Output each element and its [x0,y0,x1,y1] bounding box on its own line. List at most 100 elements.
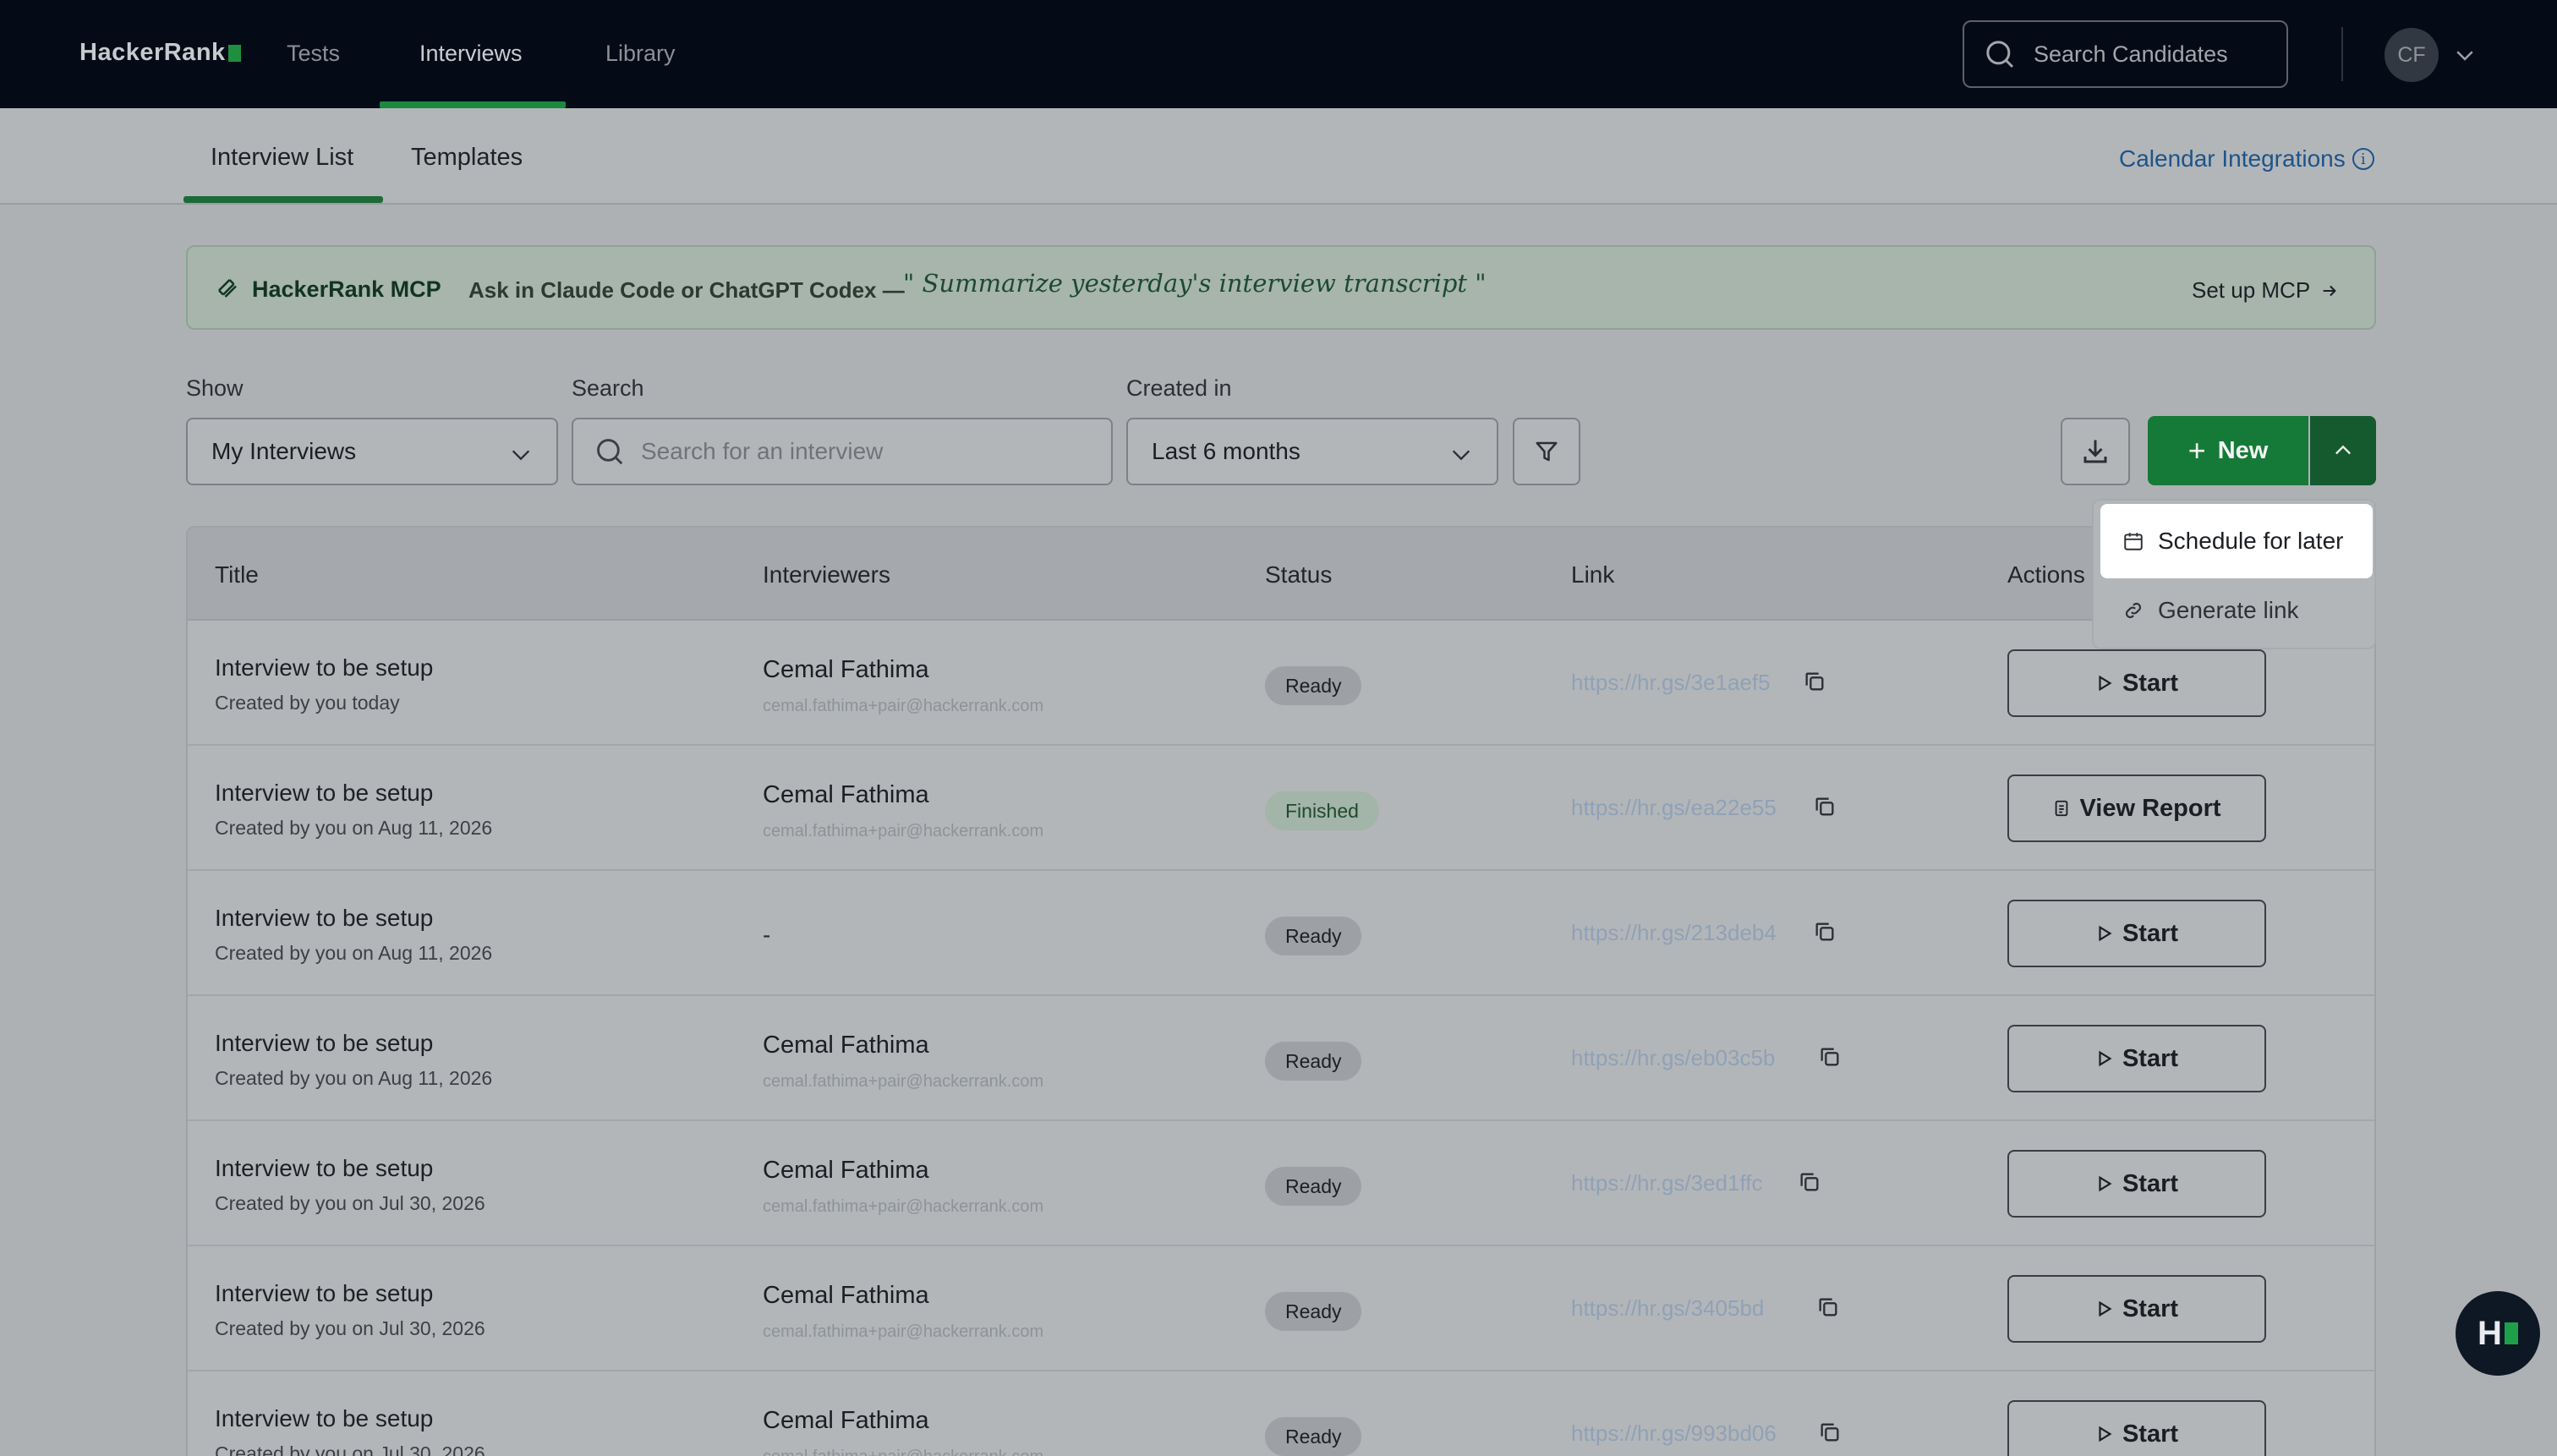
search-icon [1986,41,2014,68]
new-interview-button[interactable]: + New [2148,416,2308,485]
row-link[interactable]: https://hr.gs/3ed1ffc [1571,1170,1762,1196]
row-interviewer-name: Cemal Fathima [763,1407,929,1434]
copy-icon[interactable] [1818,1420,1842,1444]
filter-button[interactable] [1513,418,1580,485]
row-interviewer-email: cemal.fathima+pair@hackerrank.com [763,1072,1044,1091]
search-interview-input[interactable]: Search for an interview [572,418,1113,485]
status-badge: Ready [1265,1167,1362,1206]
copy-icon[interactable] [1803,670,1826,693]
setup-mcp-link[interactable]: Set up MCP [2192,277,2339,304]
table-row[interactable]: Interview to be setup Created by you on … [188,1121,2374,1246]
status-badge: Ready [1265,1292,1362,1331]
row-link[interactable]: https://hr.gs/ea22e55 [1571,795,1777,821]
row-interviewer-email: cemal.fathima+pair@hackerrank.com [763,1322,1044,1341]
start-button-label: Start [2122,669,2179,697]
search-interview-placeholder: Search for an interview [641,438,884,464]
row-interviewer-name: Cemal Fathima [763,781,929,808]
hackerrank-logo[interactable]: HackerRank [79,39,241,67]
row-title[interactable]: Interview to be setup [215,654,433,681]
row-title[interactable]: Interview to be setup [215,1405,433,1432]
search-icon [597,439,623,465]
row-title[interactable]: Interview to be setup [215,1030,433,1057]
copy-icon[interactable] [1813,920,1837,944]
row-link[interactable]: https://hr.gs/3405bd [1571,1295,1764,1322]
table-row[interactable]: Interview to be setup Created by you on … [188,996,2374,1121]
logo-text: HackerRank [79,39,226,66]
header-interviewers: Interviewers [763,561,890,588]
status-badge: Ready [1265,666,1362,705]
row-link[interactable]: https://hr.gs/993bd06 [1571,1420,1777,1447]
mcp-ask-text: Ask in Claude Code or ChatGPT Codex — [468,277,905,303]
nav-item-tests[interactable]: Tests [287,41,340,67]
header-link: Link [1571,561,1615,588]
nav-item-interviews[interactable]: Interviews [419,41,523,67]
search-candidates-button[interactable]: Search Candidates [1963,20,2288,88]
created-in-select-value: Last 6 months [1152,438,1300,464]
row-title[interactable]: Interview to be setup [215,1155,433,1182]
logo-square-icon [227,44,241,62]
copy-icon[interactable] [1816,1295,1840,1319]
chevron-down-icon [512,450,530,461]
nav-item-library[interactable]: Library [605,41,676,67]
tab-active-indicator [183,196,383,203]
row-interviewer-email: cemal.fathima+pair@hackerrank.com [763,822,1044,840]
start-button-label: Start [2122,1169,2179,1197]
show-label: Show [186,375,244,401]
play-icon [2099,1426,2112,1442]
new-options-toggle[interactable] [2310,416,2376,485]
calendar-integrations-link[interactable]: Calendar Integrations i [2119,145,2374,172]
filter-icon [1536,441,1558,462]
table-row[interactable]: Interview to be setup Created by you on … [188,1371,2374,1456]
created-in-select[interactable]: Last 6 months [1126,418,1498,485]
tab-templates[interactable]: Templates [411,144,523,172]
tab-interview-list[interactable]: Interview List [211,144,353,172]
row-created: Created by you on Jul 30, 2026 [215,1192,485,1214]
start-button[interactable]: Start [2007,1275,2266,1343]
calendar-icon [2124,533,2143,550]
table-row[interactable]: Interview to be setup Created by you on … [188,746,2374,871]
row-link[interactable]: https://hr.gs/213deb4 [1571,920,1777,946]
mcp-title: HackerRank MCP [252,276,441,302]
menu-item-label: Schedule for later [2158,528,2344,554]
play-icon [2099,1300,2112,1317]
copy-icon[interactable] [1818,1045,1842,1069]
row-title[interactable]: Interview to be setup [215,780,433,807]
view-report-button-label: View Report [2079,794,2221,822]
menu-item-schedule-for-later[interactable]: Schedule for later [2100,504,2373,578]
menu-item-generate-link[interactable]: Generate link [2100,573,2373,648]
copy-icon[interactable] [1798,1170,1821,1194]
start-button[interactable]: Start [2007,1025,2266,1092]
row-title[interactable]: Interview to be setup [215,905,433,932]
nav-active-indicator [380,101,566,108]
row-interviewer-name: Cemal Fathima [763,1032,929,1059]
new-button-label: New [2217,436,2269,464]
mcp-example-quote: " Summarize yesterday's interview transc… [903,269,1487,298]
row-interviewer-name: - [763,922,771,948]
start-button[interactable]: Start [2007,649,2266,717]
row-title[interactable]: Interview to be setup [215,1280,433,1307]
start-button-label: Start [2122,1044,2179,1072]
status-badge: Finished [1265,791,1379,830]
info-icon[interactable]: i [2352,148,2374,170]
view-report-button[interactable]: View Report [2007,775,2266,842]
search-label: Search [572,375,644,401]
help-chat-button[interactable]: H [2456,1291,2540,1376]
row-link[interactable]: https://hr.gs/3e1aef5 [1571,670,1771,696]
start-button[interactable]: Start [2007,1400,2266,1456]
row-created: Created by you today [215,692,400,714]
row-interviewer-name: Cemal Fathima [763,1157,929,1184]
table-row[interactable]: Interview to be setup Created by you on … [188,1246,2374,1371]
download-button[interactable] [2061,418,2130,485]
chevron-up-icon [2335,445,2351,455]
new-options-menu: Schedule for later Generate link [2092,499,2376,649]
status-badge: Ready [1265,917,1362,955]
copy-icon[interactable] [1813,795,1837,818]
chevron-down-icon[interactable] [2452,42,2478,68]
avatar[interactable]: CF [2385,28,2439,82]
row-link[interactable]: https://hr.gs/eb03c5b [1571,1045,1775,1071]
show-select[interactable]: My Interviews [186,418,558,485]
start-button[interactable]: Start [2007,900,2266,967]
table-row[interactable]: Interview to be setup Created by you tod… [188,621,2374,746]
table-row[interactable]: Interview to be setup Created by you on … [188,871,2374,996]
start-button[interactable]: Start [2007,1150,2266,1218]
